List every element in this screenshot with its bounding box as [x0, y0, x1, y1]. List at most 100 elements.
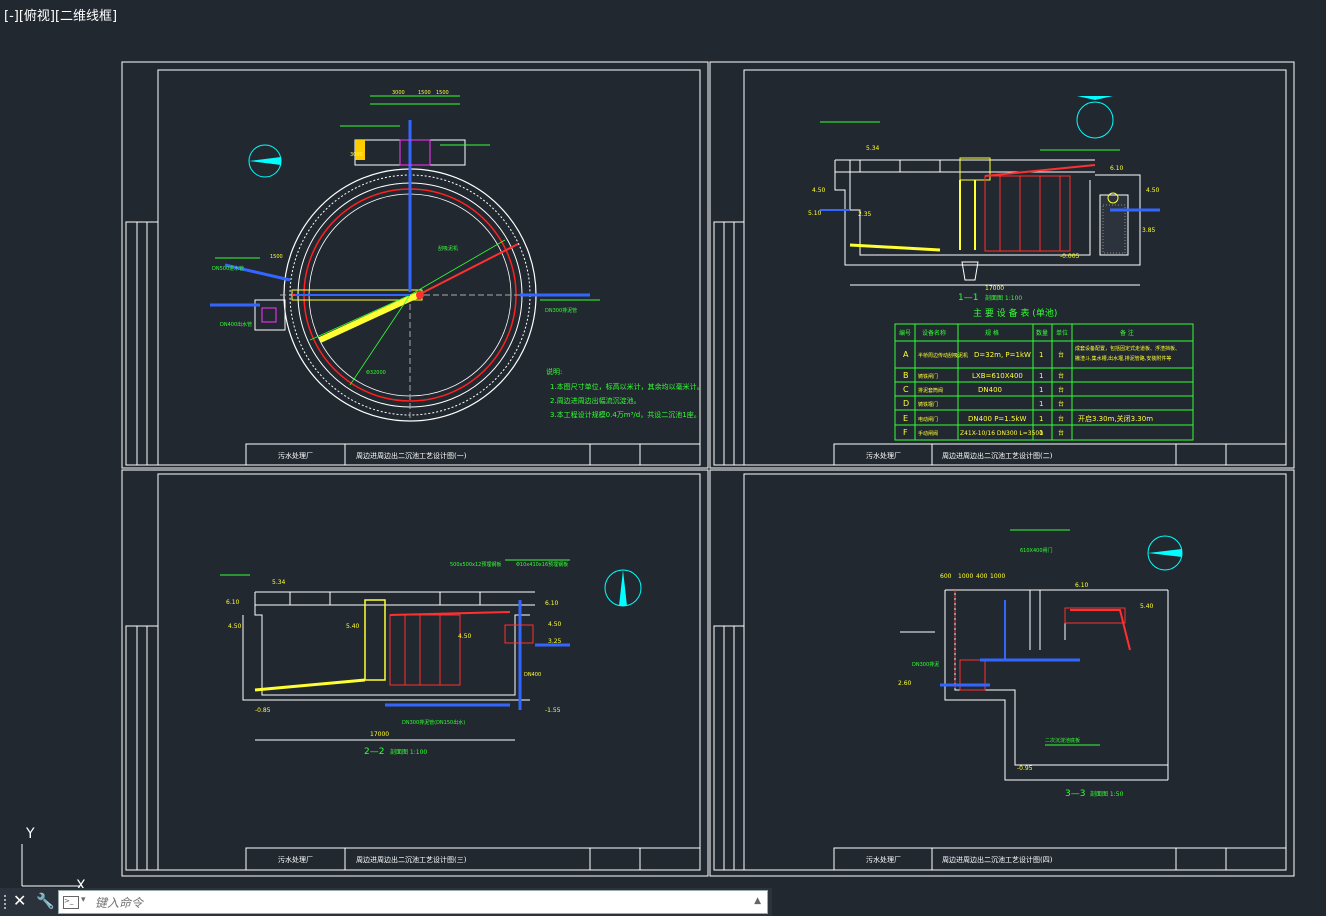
- svg-text:二次沉淀池底板: 二次沉淀池底板: [1045, 737, 1080, 744]
- svg-text:DN300排泥管: DN300排泥管: [545, 307, 577, 314]
- svg-text:DN300排泥管(DN150出水): DN300排泥管(DN150出水): [402, 719, 465, 726]
- svg-text:撇渣斗,集水槽,出水堰,排泥管路,安装附件等: 撇渣斗,集水槽,出水堰,排泥管路,安装附件等: [1075, 355, 1171, 362]
- grip-handle[interactable]: [4, 895, 10, 909]
- svg-text:5.40: 5.40: [1140, 603, 1154, 610]
- s3-title-left: 污水处理厂: [278, 855, 313, 864]
- svg-text:-0.85: -0.85: [255, 707, 271, 714]
- svg-text:4.50: 4.50: [548, 621, 562, 628]
- svg-text:DN400: DN400: [524, 672, 541, 678]
- svg-text:610X400闸门: 610X400闸门: [1020, 547, 1053, 554]
- s1-note-3: 3.本工程设计规模0.4万m³/d，共设二沉池1座。: [550, 410, 701, 419]
- svg-text:600: 600: [940, 573, 952, 580]
- command-input-box: >_ ▾ ▲: [58, 890, 768, 914]
- chevron-up-icon[interactable]: ▲: [754, 896, 761, 906]
- th-5: 备 注: [1120, 329, 1134, 337]
- svg-text:-1.55: -1.55: [545, 707, 561, 714]
- svg-text:1500: 1500: [436, 90, 449, 96]
- svg-text:6.10: 6.10: [226, 599, 240, 606]
- sheet-4: [709, 469, 1295, 877]
- s2-title-mid: 周边进周边出二沉池工艺设计图(二): [942, 451, 1053, 460]
- svg-text:3000: 3000: [392, 90, 405, 96]
- svg-text:1000: 1000: [990, 573, 1005, 580]
- svg-text:台: 台: [1058, 429, 1064, 437]
- svg-text:开启3.30m,关闭3.30m: 开启3.30m,关闭3.30m: [1078, 414, 1153, 423]
- svg-text:5.10: 5.10: [808, 210, 822, 217]
- s3-section-sub: 剖面图 1:100: [390, 748, 427, 756]
- svg-text:5.40: 5.40: [346, 623, 360, 630]
- svg-text:排泥套筒阀: 排泥套筒阀: [918, 387, 943, 394]
- s4-section: [900, 529, 1183, 781]
- svg-text:-0.95: -0.95: [1017, 765, 1033, 772]
- svg-text:6.10: 6.10: [1075, 582, 1089, 589]
- chevron-down-icon[interactable]: ▾: [81, 895, 86, 905]
- svg-text:17000: 17000: [370, 731, 389, 738]
- command-bar: ✕ 🔧 >_ ▾ ▲: [0, 888, 772, 916]
- svg-text:2.35: 2.35: [858, 211, 872, 218]
- th-0: 编号: [899, 329, 911, 337]
- svg-text:-0.005: -0.005: [1060, 253, 1080, 260]
- svg-text:4.50: 4.50: [1146, 187, 1160, 194]
- svg-text:台: 台: [1058, 372, 1064, 380]
- svg-text:DN400 P=1.5kW: DN400 P=1.5kW: [968, 415, 1026, 423]
- svg-text:1: 1: [1039, 415, 1043, 423]
- svg-text:1: 1: [1039, 386, 1043, 394]
- svg-text:刮吸泥机: 刮吸泥机: [438, 245, 458, 252]
- svg-text:D=32m, P=1kW: D=32m, P=1kW: [974, 351, 1031, 359]
- svg-text:A: A: [903, 350, 909, 359]
- s4-section-sub: 剖面图 1:50: [1090, 790, 1124, 798]
- svg-text:DN400: DN400: [978, 386, 1002, 394]
- svg-text:台: 台: [1058, 400, 1064, 408]
- svg-text:4.50: 4.50: [458, 633, 472, 640]
- svg-text:D: D: [903, 399, 909, 408]
- s3-section-label: 2—2: [364, 747, 384, 757]
- close-icon[interactable]: ✕: [13, 891, 26, 910]
- svg-text:4.50: 4.50: [228, 623, 242, 630]
- svg-text:500x500x12预埋钢板: 500x500x12预埋钢板: [450, 561, 501, 568]
- command-input[interactable]: [93, 893, 737, 913]
- svg-text:1: 1: [1039, 400, 1043, 408]
- svg-text:手动闸阀: 手动闸阀: [918, 430, 938, 437]
- svg-text:半桥周边传动刮吸泥机: 半桥周边传动刮吸泥机: [918, 352, 968, 359]
- ucs-y-label: Y: [25, 826, 35, 842]
- svg-text:B: B: [903, 371, 909, 380]
- ucs-icon: Y X: [21, 826, 86, 894]
- svg-text:成套设备配置，包括固定式走道板、浮渣挡板、: 成套设备配置，包括固定式走道板、浮渣挡板、: [1075, 345, 1180, 352]
- svg-text:4.50: 4.50: [812, 187, 826, 194]
- svg-text:Φ10x410x16预埋钢板: Φ10x410x16预埋钢板: [516, 561, 568, 568]
- svg-text:6.10: 6.10: [1110, 165, 1124, 172]
- svg-text:LXB=610X400: LXB=610X400: [972, 372, 1023, 380]
- s1-note-2: 2.周边进周边出幅流沉淀池。: [550, 396, 641, 405]
- th-2: 规 格: [985, 329, 999, 337]
- s2-section: [820, 96, 1160, 286]
- s4-section-label: 3—3: [1065, 789, 1085, 799]
- svg-text:400: 400: [976, 573, 988, 580]
- prompt-icon[interactable]: >_: [63, 896, 79, 909]
- drawing-canvas[interactable]: 污水处理厂 周边进周边出二沉池工艺设计图(一) 污水处理厂 周边进周边出二沉池工…: [0, 0, 1326, 916]
- s1-notes-title: 说明:: [546, 367, 562, 376]
- s3-labels: 5.34 6.10 4.50 5.40 4.50 3.25 -0.85 -1.5…: [226, 561, 568, 757]
- svg-text:5.34: 5.34: [866, 145, 880, 152]
- svg-text:1: 1: [1039, 351, 1043, 359]
- svg-text:DN500进水管: DN500进水管: [212, 265, 244, 272]
- svg-text:铸铁堰门: 铸铁堰门: [918, 401, 938, 408]
- s1-dims: 3000 1500 1500 3000 1500 DN500进水管 DN400出…: [212, 90, 577, 376]
- svg-text:F: F: [903, 428, 908, 437]
- svg-text:台: 台: [1058, 386, 1064, 394]
- svg-text:E: E: [903, 414, 908, 423]
- s2-table-title: 主 要 设 备 表 (单池): [973, 307, 1057, 319]
- s3-title-mid: 周边进周边出二沉池工艺设计图(三): [356, 855, 467, 864]
- th-1: 设备名称: [922, 329, 946, 337]
- svg-text:1: 1: [1039, 372, 1043, 380]
- svg-text:17000: 17000: [985, 285, 1004, 292]
- s2-section-sub: 剖面图 1:100: [985, 294, 1022, 302]
- svg-text:台: 台: [1058, 415, 1064, 423]
- svg-text:台: 台: [1058, 351, 1064, 359]
- th-4: 单位: [1056, 329, 1068, 337]
- s1-plan: [210, 95, 600, 422]
- svg-text:Φ32000: Φ32000: [366, 370, 386, 376]
- svg-text:电动闸门: 电动闸门: [918, 416, 938, 423]
- svg-text:1500: 1500: [418, 90, 431, 96]
- svg-text:1: 1: [1039, 429, 1043, 437]
- svg-text:铸铁闸门: 铸铁闸门: [918, 373, 938, 380]
- wrench-icon[interactable]: 🔧: [36, 892, 55, 910]
